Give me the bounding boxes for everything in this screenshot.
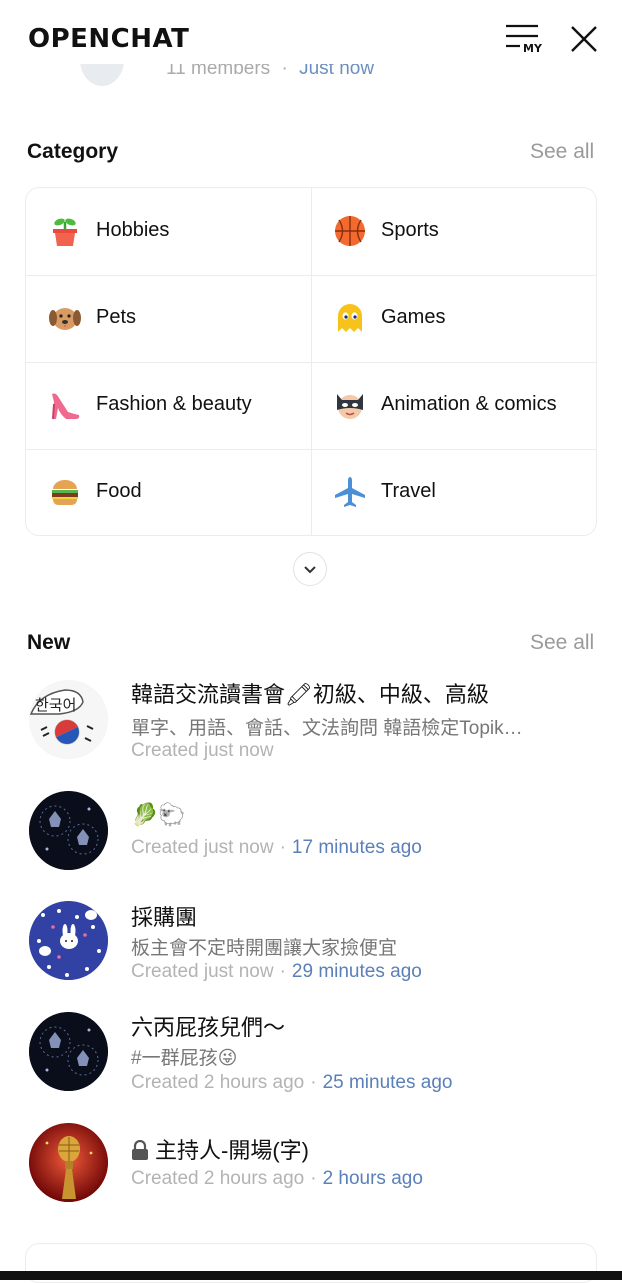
category-games[interactable]: Games bbox=[311, 275, 596, 362]
menu-icon: MY bbox=[506, 24, 543, 55]
lock-icon bbox=[132, 1139, 148, 1160]
category-label: Travel bbox=[381, 480, 436, 502]
avatar bbox=[29, 1012, 108, 1091]
category-label: Animation & comics bbox=[381, 393, 557, 415]
high-heel-icon bbox=[52, 393, 80, 420]
new-see-all-link[interactable]: See all bbox=[530, 631, 594, 655]
burger-icon bbox=[52, 480, 78, 505]
basketball-icon bbox=[335, 216, 365, 246]
chat-meta: Created 2 hours ago · 25 minutes ago bbox=[131, 1072, 453, 1093]
category-label: Fashion & beauty bbox=[96, 393, 252, 415]
category-label: Hobbies bbox=[96, 219, 170, 241]
category-fashion-beauty[interactable]: Fashion & beauty bbox=[26, 362, 311, 449]
chat-name: 採購團 bbox=[131, 905, 198, 930]
system-navigation-bar bbox=[0, 1271, 622, 1280]
category-animation-comics[interactable]: Animation & comics bbox=[311, 362, 596, 449]
chat-description: 板主會不定時開團讓大家撿便宜 bbox=[131, 938, 398, 959]
dog-icon bbox=[49, 308, 81, 330]
category-label: Pets bbox=[96, 306, 137, 328]
category-label: Sports bbox=[381, 219, 439, 241]
avatar bbox=[29, 1123, 108, 1202]
category-travel[interactable]: Travel bbox=[311, 449, 596, 536]
list-item[interactable]: 主持人-開場(字) Created 2 hours ago · 2 hours ag… bbox=[0, 1122, 622, 1206]
list-item[interactable]: 한국어 韓語交流讀書會🖍初級、中級、高級 單字、用語、會話、文法詢問 韓語檢定T… bbox=[0, 676, 622, 772]
list-item[interactable]: 採購團 板主會不定時開團讓大家撿便宜 Created just now · 29 m… bbox=[0, 900, 622, 986]
list-item[interactable]: 六丙屁孩兒們〜 #一群屁孩😜 Created 2 hours ago · 25 mi… bbox=[0, 1010, 622, 1096]
ghost-icon bbox=[338, 304, 362, 332]
member-count: 11 members bbox=[166, 64, 271, 79]
close-button[interactable] bbox=[567, 22, 601, 56]
chat-meta: Created just now · 17 minutes ago bbox=[131, 837, 422, 858]
category-sports[interactable]: Sports bbox=[311, 188, 596, 275]
category-title: Category bbox=[27, 140, 119, 163]
openchat-logo: OPENCHAT bbox=[28, 24, 190, 54]
avatar bbox=[29, 791, 108, 870]
svg-text:한국어: 한국어 bbox=[35, 696, 76, 714]
updated-time: 25 minutes ago bbox=[322, 1072, 453, 1093]
chat-meta: Created just now · 29 minutes ago bbox=[131, 961, 422, 982]
chat-name: 🥬🐑 bbox=[131, 802, 186, 827]
svg-text:MY: MY bbox=[523, 42, 543, 55]
plant-pot-icon bbox=[53, 218, 77, 246]
expand-categories-button[interactable] bbox=[293, 552, 327, 586]
created-time: Created just now bbox=[131, 740, 274, 761]
category-grid: Hobbies Sports Pets Games Fashion & beau… bbox=[25, 187, 597, 536]
avatar bbox=[29, 901, 108, 980]
chat-meta: Created 2 hours ago · 2 hours ago bbox=[131, 1168, 423, 1189]
created-time: Created 2 hours ago bbox=[131, 1072, 305, 1093]
updated-time: 2 hours ago bbox=[322, 1168, 423, 1189]
chat-description: 單字、用語、會話、文法詢問 韓語檢定Topik… bbox=[131, 718, 523, 739]
category-pets[interactable]: Pets bbox=[26, 275, 311, 362]
created-time: Created just now bbox=[131, 837, 274, 858]
chevron-down-icon bbox=[304, 566, 316, 574]
created-time: Created 2 hours ago bbox=[131, 1168, 305, 1189]
avatar bbox=[80, 64, 124, 86]
chat-name: 六丙屁孩兒們〜 bbox=[131, 1015, 286, 1040]
category-see-all-link[interactable]: See all bbox=[530, 140, 594, 164]
category-label: Food bbox=[96, 480, 142, 502]
updated-time: Just now bbox=[299, 64, 375, 79]
list-item[interactable]: 🥬🐑 Created just now · 17 minutes ago bbox=[0, 790, 622, 874]
updated-time: 17 minutes ago bbox=[291, 837, 422, 858]
chat-name: 韓語交流讀書會🖍初級、中級、高級 bbox=[131, 682, 489, 707]
app-header: OPENCHAT MY bbox=[0, 0, 622, 64]
avatar: 한국어 bbox=[29, 680, 108, 759]
created-time: Created just now bbox=[131, 961, 274, 982]
close-icon bbox=[571, 26, 597, 52]
updated-time: 29 minutes ago bbox=[291, 961, 422, 982]
scrolled-list-item[interactable]: 11 members · Just now bbox=[0, 64, 622, 90]
chat-meta: Created just now bbox=[131, 740, 274, 762]
new-title: New bbox=[27, 631, 71, 654]
category-hobbies[interactable]: Hobbies bbox=[26, 188, 311, 275]
airplane-icon bbox=[335, 477, 365, 507]
my-menu-button[interactable]: MY bbox=[504, 22, 544, 56]
category-label: Games bbox=[381, 306, 446, 328]
chat-description: #一群屁孩😜 bbox=[131, 1048, 238, 1069]
chat-name: 主持人-開場(字) bbox=[131, 1133, 309, 1165]
masked-hero-icon bbox=[337, 394, 363, 419]
category-food[interactable]: Food bbox=[26, 449, 311, 536]
